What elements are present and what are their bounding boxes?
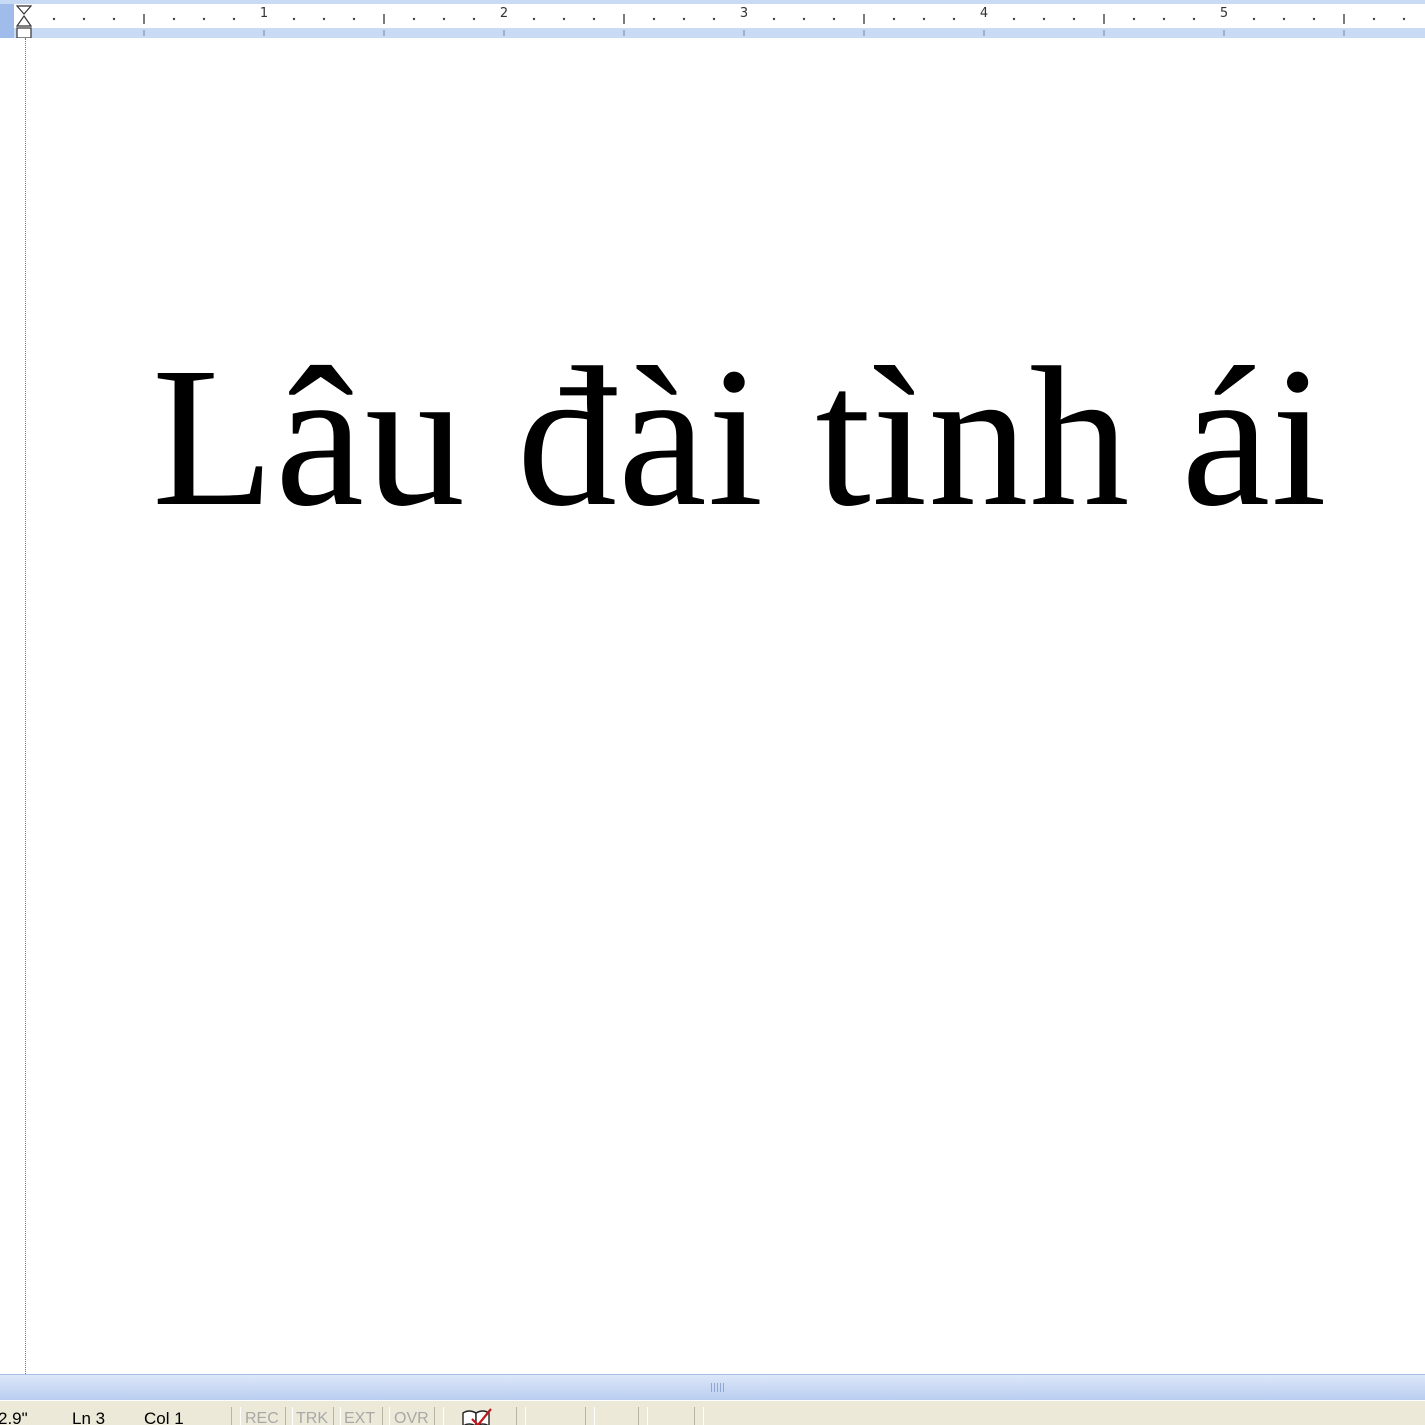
status-separator bbox=[516, 1407, 526, 1425]
ruler-dot-tick bbox=[652, 17, 656, 21]
ruler-dot-tick bbox=[1282, 17, 1286, 21]
book-check-icon[interactable] bbox=[460, 1407, 494, 1425]
scrollbar-grip-icon[interactable] bbox=[711, 1383, 725, 1392]
status-separator bbox=[382, 1407, 390, 1425]
ruler-dot-tick bbox=[232, 17, 236, 21]
ruler-dot-tick bbox=[322, 17, 326, 21]
left-margin-guide bbox=[25, 38, 26, 1374]
status-mode-ext[interactable]: EXT bbox=[344, 1409, 375, 1425]
document-page[interactable]: Lâu đài tình ái bbox=[0, 38, 1425, 1374]
ruler-number-4: 4 bbox=[979, 6, 989, 21]
ruler-number-1: 1 bbox=[259, 6, 269, 21]
status-column-number: Col 1 bbox=[144, 1409, 184, 1425]
ruler-dot-tick bbox=[82, 17, 86, 21]
ruler-dot-tick bbox=[1132, 17, 1136, 21]
ruler-dot-tick bbox=[112, 17, 116, 21]
ruler-number-2: 2 bbox=[499, 6, 509, 21]
status-separator bbox=[231, 1407, 241, 1425]
ruler-dot-tick bbox=[832, 17, 836, 21]
ruler-ticks bbox=[23, 14, 1406, 36]
ruler-dot-tick bbox=[532, 17, 536, 21]
ruler-dot-tick bbox=[412, 17, 416, 21]
ruler-dot-tick bbox=[52, 17, 56, 21]
ruler-dot-tick bbox=[442, 17, 446, 21]
status-separator bbox=[694, 1407, 704, 1425]
status-separator bbox=[285, 1407, 293, 1425]
status-separator bbox=[333, 1407, 341, 1425]
status-bar: 2.9" Ln 3 Col 1 REC TRK EXT OVR bbox=[0, 1400, 1425, 1425]
status-mode-rec[interactable]: REC bbox=[245, 1409, 279, 1425]
ruler-dot-tick bbox=[1312, 17, 1316, 21]
status-separator bbox=[585, 1407, 595, 1425]
status-separator bbox=[638, 1407, 648, 1425]
indent-marker-icon[interactable] bbox=[15, 4, 33, 40]
ruler-dot-tick bbox=[202, 17, 206, 21]
ruler-dot-tick bbox=[1252, 17, 1256, 21]
ruler-dot-tick bbox=[952, 17, 956, 21]
ruler-dot-tick bbox=[352, 17, 356, 21]
ruler-dot-tick bbox=[1012, 17, 1016, 21]
ruler-dot-tick bbox=[682, 17, 686, 21]
word-processor-window: 1 2 3 4 5 Lâu đài tình ái 2.9" Ln 3 Col … bbox=[0, 0, 1425, 1425]
status-position-at: 2.9" bbox=[0, 1409, 28, 1425]
status-mode-ovr[interactable]: OVR bbox=[394, 1409, 429, 1425]
ruler-dot-tick bbox=[712, 17, 716, 21]
ruler-dot-tick bbox=[802, 17, 806, 21]
ruler-dot-tick bbox=[772, 17, 776, 21]
status-line-number: Ln 3 bbox=[72, 1409, 106, 1425]
ruler-dot-tick bbox=[1042, 17, 1046, 21]
ruler-dot-tick bbox=[892, 17, 896, 21]
ruler-dot-tick bbox=[922, 17, 926, 21]
ruler-dot-tick bbox=[1192, 17, 1196, 21]
ruler-number-5: 5 bbox=[1219, 6, 1229, 21]
ruler-dot-tick bbox=[292, 17, 296, 21]
ruler-dot-tick bbox=[592, 17, 596, 21]
ruler-number-3: 3 bbox=[739, 6, 749, 21]
ruler-dot-tick bbox=[1402, 17, 1406, 21]
document-title-text[interactable]: Lâu đài tình ái bbox=[152, 328, 1328, 548]
ruler-dot-tick bbox=[472, 17, 476, 21]
ruler-dot-tick bbox=[1162, 17, 1166, 21]
horizontal-scrollbar[interactable] bbox=[0, 1374, 1425, 1400]
ruler-dot-tick bbox=[1372, 17, 1376, 21]
ruler-dot-tick bbox=[172, 17, 176, 21]
status-mode-trk[interactable]: TRK bbox=[296, 1409, 328, 1425]
ruler-dot-tick bbox=[1072, 17, 1076, 21]
ruler-dot-tick bbox=[562, 17, 566, 21]
status-separator bbox=[434, 1407, 444, 1425]
horizontal-ruler[interactable]: 1 2 3 4 5 bbox=[0, 0, 1425, 40]
